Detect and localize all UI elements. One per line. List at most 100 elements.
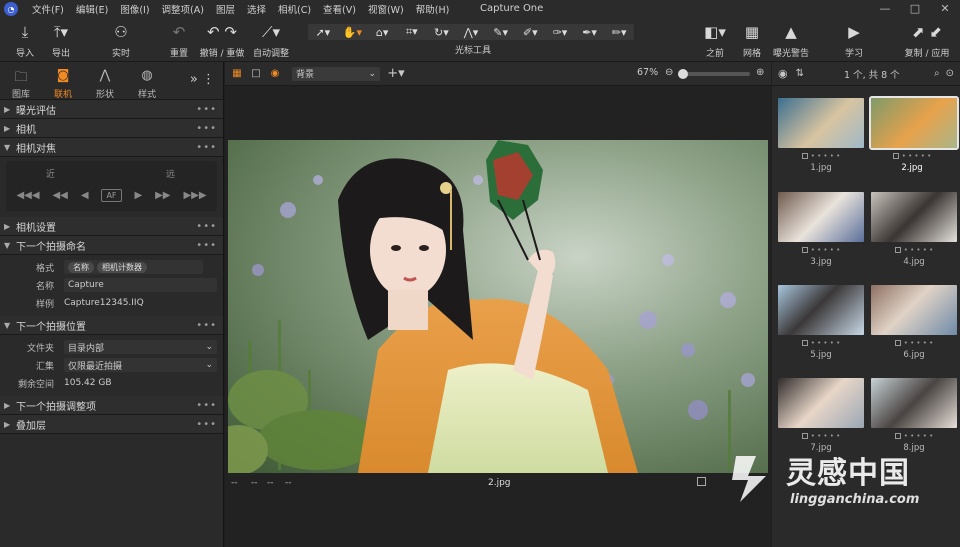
copy-apply-icon: ⬈ ⬋ (912, 23, 942, 41)
focus-near-small-icon[interactable]: ◀ (81, 190, 89, 201)
checkbox-icon[interactable] (801, 247, 808, 253)
rotate-icon[interactable]: ↻▾ (427, 26, 457, 39)
section-menu-icon[interactable]: ••• (196, 320, 223, 331)
menu-view[interactable]: 查看(V) (317, 2, 362, 16)
section-menu-icon[interactable]: ••• (196, 419, 223, 430)
zoom-in-icon[interactable]: ⊕ (756, 67, 764, 78)
focus-near-medium-icon[interactable]: ◀◀ (52, 190, 67, 201)
zoom-slider[interactable] (678, 69, 750, 79)
menu-file[interactable]: 文件(F) (26, 2, 70, 16)
exposure-warning-button[interactable]: ▲ 曝光警告 (770, 22, 812, 59)
checkbox-icon[interactable] (894, 247, 901, 253)
add-layer-icon[interactable]: +▾ (386, 66, 406, 81)
autofocus-button[interactable]: AF (101, 188, 122, 202)
thumbnail-3[interactable]: • • • • • 3.jpg (778, 192, 864, 267)
section-overlay[interactable]: ▶ 叠加层 ••• (0, 415, 223, 434)
section-menu-icon[interactable]: ••• (196, 221, 223, 232)
section-exposure-eval[interactable]: ▶ 曝光评估 ••• (0, 100, 223, 119)
minimize-icon[interactable]: — (870, 0, 900, 18)
tab-style[interactable]: ◍ 样式 (126, 62, 168, 100)
checkbox-icon[interactable] (801, 153, 808, 159)
section-next-adjustments[interactable]: ▶ 下一个拍摄调整项 ••• (0, 396, 223, 415)
section-menu-icon[interactable]: ••• (196, 142, 223, 153)
sort-icon[interactable]: ⇅ (796, 68, 804, 79)
close-icon[interactable]: ✕ (930, 0, 960, 18)
thumbnail-meta: • • • • • (871, 337, 957, 349)
collection-select[interactable]: 仅限最近拍摄 ⌄ (64, 358, 217, 372)
tab-shape[interactable]: ⋀ 形状 (84, 62, 126, 100)
main-photo[interactable] (228, 140, 768, 473)
search-icon[interactable]: ⌕ (934, 68, 940, 79)
menu-window[interactable]: 视窗(W) (362, 2, 410, 16)
brush-icon[interactable]: ✑▾ (545, 26, 575, 39)
pan-hand-icon[interactable]: ✋▾ (338, 26, 368, 39)
thumbnail-5[interactable]: • • • • • 5.jpg (778, 285, 864, 360)
proof-view-icon[interactable]: ◉ (268, 67, 282, 81)
thumbnail-6[interactable]: • • • • • 6.jpg (871, 285, 957, 360)
checkbox-icon[interactable] (894, 433, 901, 439)
menu-layers[interactable]: 图层 (210, 2, 241, 16)
thumbnail-1[interactable]: • • • • • 1.jpg (778, 98, 864, 173)
auto-adjust-button[interactable]: ⟋▾ 自动调整 (250, 22, 292, 59)
learn-button[interactable]: ▶ 学习 (840, 22, 868, 59)
menu-help[interactable]: 帮助(H) (410, 2, 456, 16)
copy-apply-button[interactable]: ⬈ ⬋ 复制 / 应用 (902, 22, 952, 59)
menu-edit[interactable]: 编辑(E) (70, 2, 114, 16)
grid-button[interactable]: ▦ 网格 (738, 22, 766, 59)
picker-icon[interactable]: ✏▾ (604, 26, 634, 39)
focus-far-small-icon[interactable]: ▶ (134, 190, 142, 201)
zoom-slider-handle[interactable] (678, 69, 688, 79)
eraser-icon[interactable]: ✒▾ (575, 26, 605, 39)
thumbnail-4[interactable]: • • • • • 4.jpg (871, 192, 957, 267)
loupe-icon[interactable]: ⌂▾ (367, 26, 397, 39)
export-button[interactable]: ⤒▾ 导出 (46, 22, 76, 59)
name-field[interactable]: Capture (64, 278, 217, 292)
crop-icon[interactable]: ⌗▾ (397, 25, 427, 39)
folder-select[interactable]: 目录内部 ⌄ (64, 340, 217, 354)
before-button[interactable]: ◧▾ 之前 (700, 22, 730, 59)
checkbox-icon[interactable] (894, 340, 901, 346)
menu-camera[interactable]: 相机(C) (272, 2, 317, 16)
section-menu-icon[interactable]: ••• (196, 400, 223, 411)
focus-far-medium-icon[interactable]: ▶▶ (155, 190, 170, 201)
menu-adjustments[interactable]: 调整项(A) (156, 2, 210, 16)
single-view-icon[interactable]: □ (249, 67, 263, 81)
more-tabs-icon[interactable]: » ⋮ (190, 62, 223, 99)
spot-icon[interactable]: ✎▾ (486, 26, 516, 39)
section-camera-focus[interactable]: ▼ 相机对焦 ••• (0, 138, 223, 157)
menu-select[interactable]: 选择 (241, 2, 272, 16)
undo-redo-button[interactable]: ↶ ↷ 撤销 / 重做 (198, 22, 246, 59)
undo-redo-label: 撤销 / 重做 (199, 49, 245, 59)
thumbnail-2[interactable]: • • • • • 2.jpg (869, 96, 959, 173)
browser-toolbar: ◉ ⇅ 1 个, 共 8 个 ⌕ ⊙ (772, 62, 960, 86)
select-cursor-icon[interactable]: ➚▾ (308, 26, 338, 39)
section-camera-settings[interactable]: ▶ 相机设置 ••• (0, 217, 223, 236)
eye-icon[interactable]: ◉ (778, 67, 788, 80)
zoom-out-icon[interactable]: ⊖ (665, 67, 673, 78)
section-next-naming[interactable]: ▼ 下一个拍摄命名 ••• (0, 236, 223, 255)
menu-image[interactable]: 图像(I) (114, 2, 155, 16)
import-button[interactable]: ⤓ 导入 (12, 22, 38, 59)
filter-icon[interactable]: ⊙ (946, 68, 954, 79)
keystone-icon[interactable]: ⋀▾ (456, 26, 486, 39)
section-camera[interactable]: ▶ 相机 ••• (0, 119, 223, 138)
maximize-icon[interactable]: □ (900, 0, 930, 18)
section-next-location[interactable]: ▼ 下一个拍摄位置 ••• (0, 316, 223, 335)
reset-button[interactable]: ↶ 重置 (164, 22, 194, 59)
checkbox-icon[interactable] (801, 340, 808, 346)
section-menu-icon[interactable]: ••• (196, 104, 223, 115)
checkbox-icon[interactable] (801, 433, 808, 439)
heal-icon[interactable]: ✐▾ (515, 26, 545, 39)
tab-capture[interactable]: ◙ 联机 (42, 62, 84, 100)
format-field[interactable]: 名称 相机计数器 (64, 260, 203, 274)
focus-far-large-icon[interactable]: ▶▶▶ (183, 190, 206, 201)
checkbox-icon[interactable] (892, 153, 899, 159)
tab-library[interactable]: 🗀 图库 (0, 62, 42, 100)
select-checkbox-icon[interactable] (697, 477, 706, 486)
focus-near-large-icon[interactable]: ◀◀◀ (16, 190, 39, 201)
section-menu-icon[interactable]: ••• (196, 123, 223, 134)
multi-view-icon[interactable]: ▦ (230, 67, 244, 81)
section-menu-icon[interactable]: ••• (196, 240, 223, 251)
layer-select[interactable]: 背景 ⌄ (292, 66, 380, 81)
live-button[interactable]: ⚇ 实时 (106, 22, 136, 59)
